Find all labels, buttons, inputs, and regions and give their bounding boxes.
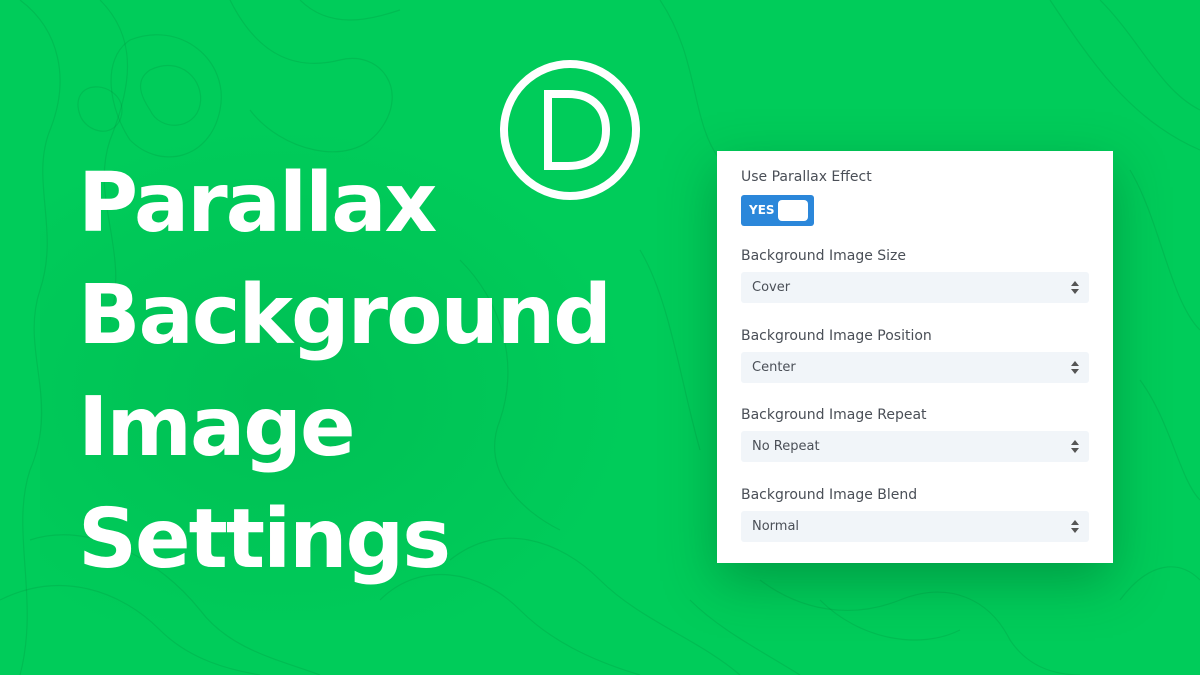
toggle-state-label: YES xyxy=(749,203,775,217)
divi-logo-icon xyxy=(500,60,640,200)
select-arrows-icon xyxy=(1071,361,1079,374)
parallax-toggle[interactable]: YES xyxy=(741,195,814,226)
page-title: Parallax Background Image Settings xyxy=(78,148,612,596)
toggle-knob xyxy=(778,200,808,221)
field-label-blend: Background Image Blend xyxy=(741,487,918,503)
title-line-2: Background xyxy=(78,268,612,363)
select-arrows-icon xyxy=(1071,520,1079,533)
parallax-label: Use Parallax Effect xyxy=(741,169,872,185)
settings-panel: Use Parallax Effect YES Background Image… xyxy=(717,151,1113,563)
select-arrows-icon xyxy=(1071,281,1079,294)
background-repeat-select[interactable]: No Repeat xyxy=(741,431,1089,462)
select-value: Center xyxy=(752,360,796,375)
field-label-position: Background Image Position xyxy=(741,328,932,344)
background-size-select[interactable]: Cover xyxy=(741,272,1089,303)
select-value: Normal xyxy=(752,519,800,534)
select-value: Cover xyxy=(752,280,791,295)
field-label-repeat: Background Image Repeat xyxy=(741,407,927,423)
title-line-3: Image xyxy=(78,380,356,475)
background-position-select[interactable]: Center xyxy=(741,352,1089,383)
select-value: No Repeat xyxy=(752,439,820,454)
field-label-size: Background Image Size xyxy=(741,248,907,264)
background-blend-select[interactable]: Normal xyxy=(741,511,1089,542)
title-line-4: Settings xyxy=(78,492,451,587)
select-arrows-icon xyxy=(1071,440,1079,453)
